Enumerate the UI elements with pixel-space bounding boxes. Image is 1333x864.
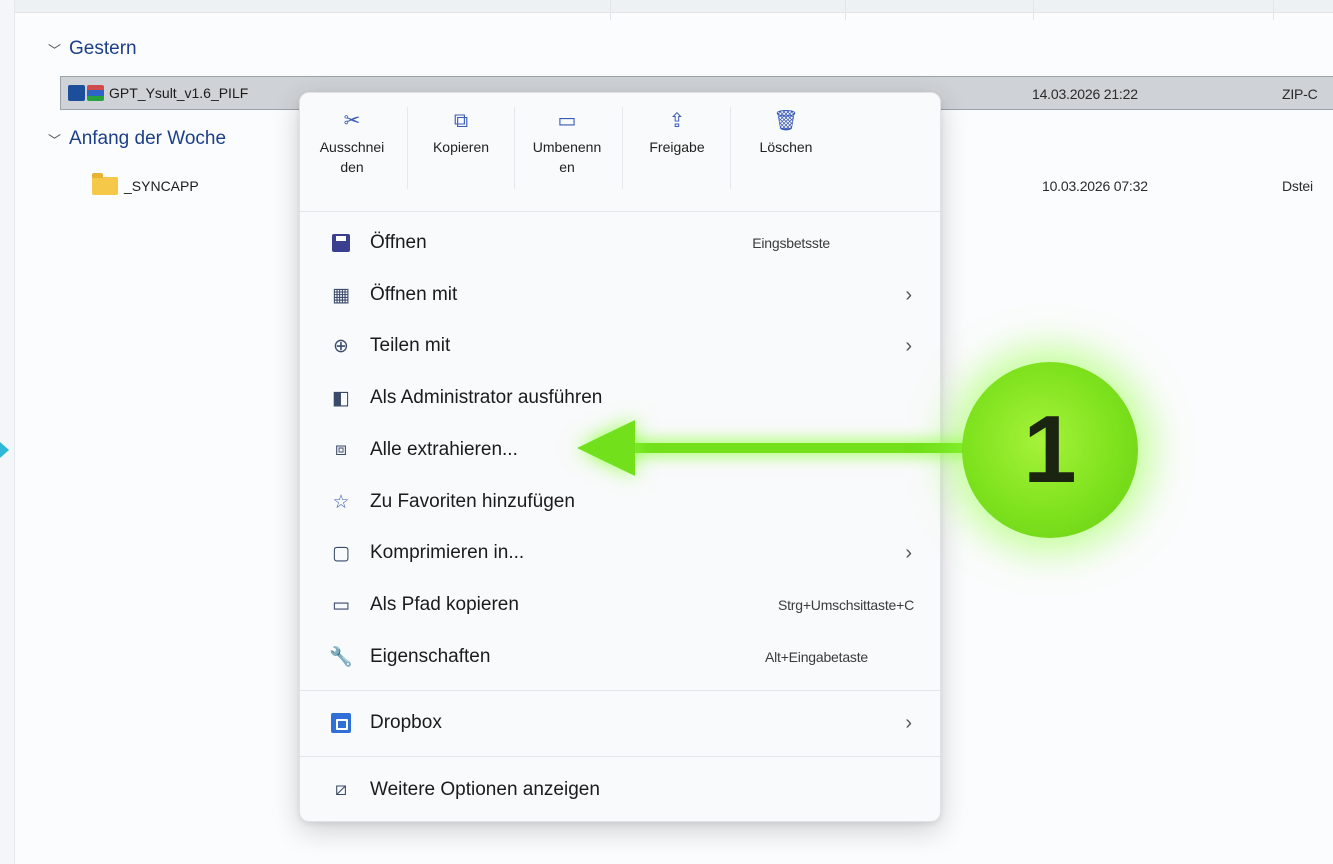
wrench-icon: 🔧: [329, 647, 353, 668]
folder-icon: [92, 173, 118, 195]
chevron-down-icon: ﹀: [48, 42, 62, 58]
file-name: GPT_Ysult_v1.6_PILF: [109, 85, 249, 101]
more-options-icon: ⧄: [334, 779, 348, 800]
compress-folder-icon: ▢: [332, 542, 350, 564]
group-header-start-of-week[interactable]: ﹀ Anfang der Woche: [48, 128, 226, 150]
menu-item-add-favorites[interactable]: ☆ Zu Favoriten hinzufügen: [300, 478, 940, 526]
menu-item-shortcut: Eingsbetsste: [752, 235, 830, 251]
menu-item-label: Teilen mit: [370, 335, 451, 356]
menu-separator: [300, 756, 940, 757]
menu-item-shortcut: Alt+Eingabetaste: [764, 649, 868, 665]
chevron-down-icon: ﹀: [48, 132, 62, 148]
annotation-arrow-line: [600, 443, 970, 453]
menu-item-label: Weitere Optionen anzeigen: [370, 779, 600, 800]
rename-button[interactable]: ▭ Umbenenn en: [514, 105, 620, 201]
copy-button[interactable]: ⧉ Kopieren: [409, 105, 513, 201]
rename-label: Umbenenn en: [532, 139, 602, 175]
menu-item-label: Eigenschaften: [370, 646, 491, 667]
file-date: 10.03.2026 07:32: [1042, 178, 1148, 194]
column-header-bar: [15, 0, 1333, 20]
winrar-archive-icon: [87, 85, 104, 101]
column-separator[interactable]: [1033, 0, 1034, 20]
menu-item-label: Als Pfad kopieren: [370, 594, 519, 615]
star-icon: ☆: [332, 491, 350, 513]
file-row[interactable]: _SYNCAPP: [60, 170, 199, 202]
share-with-icon: ⊕: [333, 335, 349, 357]
context-menu-quick-actions: ✂ Ausschnei den ⧉ Kopieren ▭ Umbenenn en…: [300, 93, 940, 212]
open-with-icon: ▦: [332, 284, 350, 306]
file-type: ZIP-C: [1282, 86, 1318, 102]
file-type: Dstei: [1282, 178, 1313, 194]
archive-file-icon: [68, 85, 85, 101]
column-separator[interactable]: [845, 0, 846, 20]
share-label: Freigabe: [649, 139, 705, 155]
menu-item-label: Als Administrator ausführen: [370, 387, 603, 408]
menu-item-share-with[interactable]: ⊕ Teilen mit ›: [300, 322, 940, 370]
share-button[interactable]: ⇪ Freigabe: [625, 105, 729, 201]
menu-item-label: Dropbox: [370, 712, 442, 733]
navigation-expand-indicator-icon[interactable]: [0, 438, 10, 462]
open-icon: [330, 232, 352, 254]
chevron-right-icon: ›: [905, 541, 912, 564]
delete-button[interactable]: 🗑 Löschen: [734, 105, 838, 201]
menu-item-label: Zu Favoriten hinzufügen: [370, 491, 575, 512]
file-type-icons: [68, 85, 104, 101]
delete-label: Löschen: [759, 139, 813, 155]
menu-item-run-as-admin[interactable]: ◧ Als Administrator ausführen: [300, 374, 940, 422]
menu-item-label: Öffnen: [370, 232, 427, 253]
cut-label: Ausschnei den: [319, 139, 385, 175]
file-name: _SYNCAPP: [124, 178, 199, 194]
menu-item-dropbox[interactable]: Dropbox ›: [300, 699, 940, 747]
divider: [407, 107, 408, 189]
cut-button[interactable]: ✂ Ausschnei den: [300, 105, 404, 201]
cut-icon: ✂: [343, 110, 361, 132]
column-separator[interactable]: [610, 0, 611, 20]
menu-item-properties[interactable]: 🔧 Eigenschaften Alt+Eingabetaste: [300, 633, 940, 681]
menu-item-compress[interactable]: ▢ Komprimieren in... ›: [300, 529, 940, 577]
group-header-label: Gestern: [69, 38, 137, 59]
chevron-right-icon: ›: [905, 334, 912, 357]
menu-item-label: Öffnen mit: [370, 284, 458, 305]
chevron-right-icon: ›: [905, 283, 912, 306]
menu-item-shortcut: Strg+Umschsittaste+C: [777, 597, 914, 613]
delete-icon: 🗑: [773, 110, 799, 132]
group-header-label: Anfang der Woche: [69, 128, 227, 149]
rename-icon: ▭: [557, 110, 577, 132]
annotation-step-badge: 1: [962, 362, 1138, 538]
admin-shield-icon: ◧: [332, 387, 350, 409]
menu-item-label: Alle extrahieren...: [370, 439, 518, 460]
group-header-yesterday[interactable]: ﹀ Gestern: [48, 38, 137, 60]
menu-item-more-options[interactable]: ⧄ Weitere Optionen anzeigen: [300, 766, 940, 814]
share-icon: ⇪: [668, 110, 686, 132]
menu-separator: [300, 690, 940, 691]
dropbox-icon: [330, 712, 352, 734]
menu-item-open[interactable]: Öffnen Eingsbetsste: [300, 219, 940, 267]
divider: [622, 107, 623, 189]
column-separator[interactable]: [1273, 0, 1274, 20]
file-date: 14.03.2026 21:22: [1032, 86, 1138, 102]
copy-icon: ⧉: [453, 110, 469, 132]
copy-label: Kopieren: [432, 139, 490, 155]
divider: [730, 107, 731, 189]
menu-item-open-with[interactable]: ▦ Öffnen mit ›: [300, 271, 940, 319]
annotation-arrow-head-icon: [577, 420, 635, 476]
annotation-step-number: 1: [1023, 396, 1077, 503]
menu-item-label: Komprimieren in...: [370, 542, 525, 563]
menu-item-copy-path[interactable]: ▭ Als Pfad kopieren Strg+Umschsittaste+C: [300, 581, 940, 629]
chevron-right-icon: ›: [905, 711, 912, 734]
extract-icon: ⧈: [334, 439, 348, 460]
copy-path-icon: ▭: [332, 594, 350, 616]
